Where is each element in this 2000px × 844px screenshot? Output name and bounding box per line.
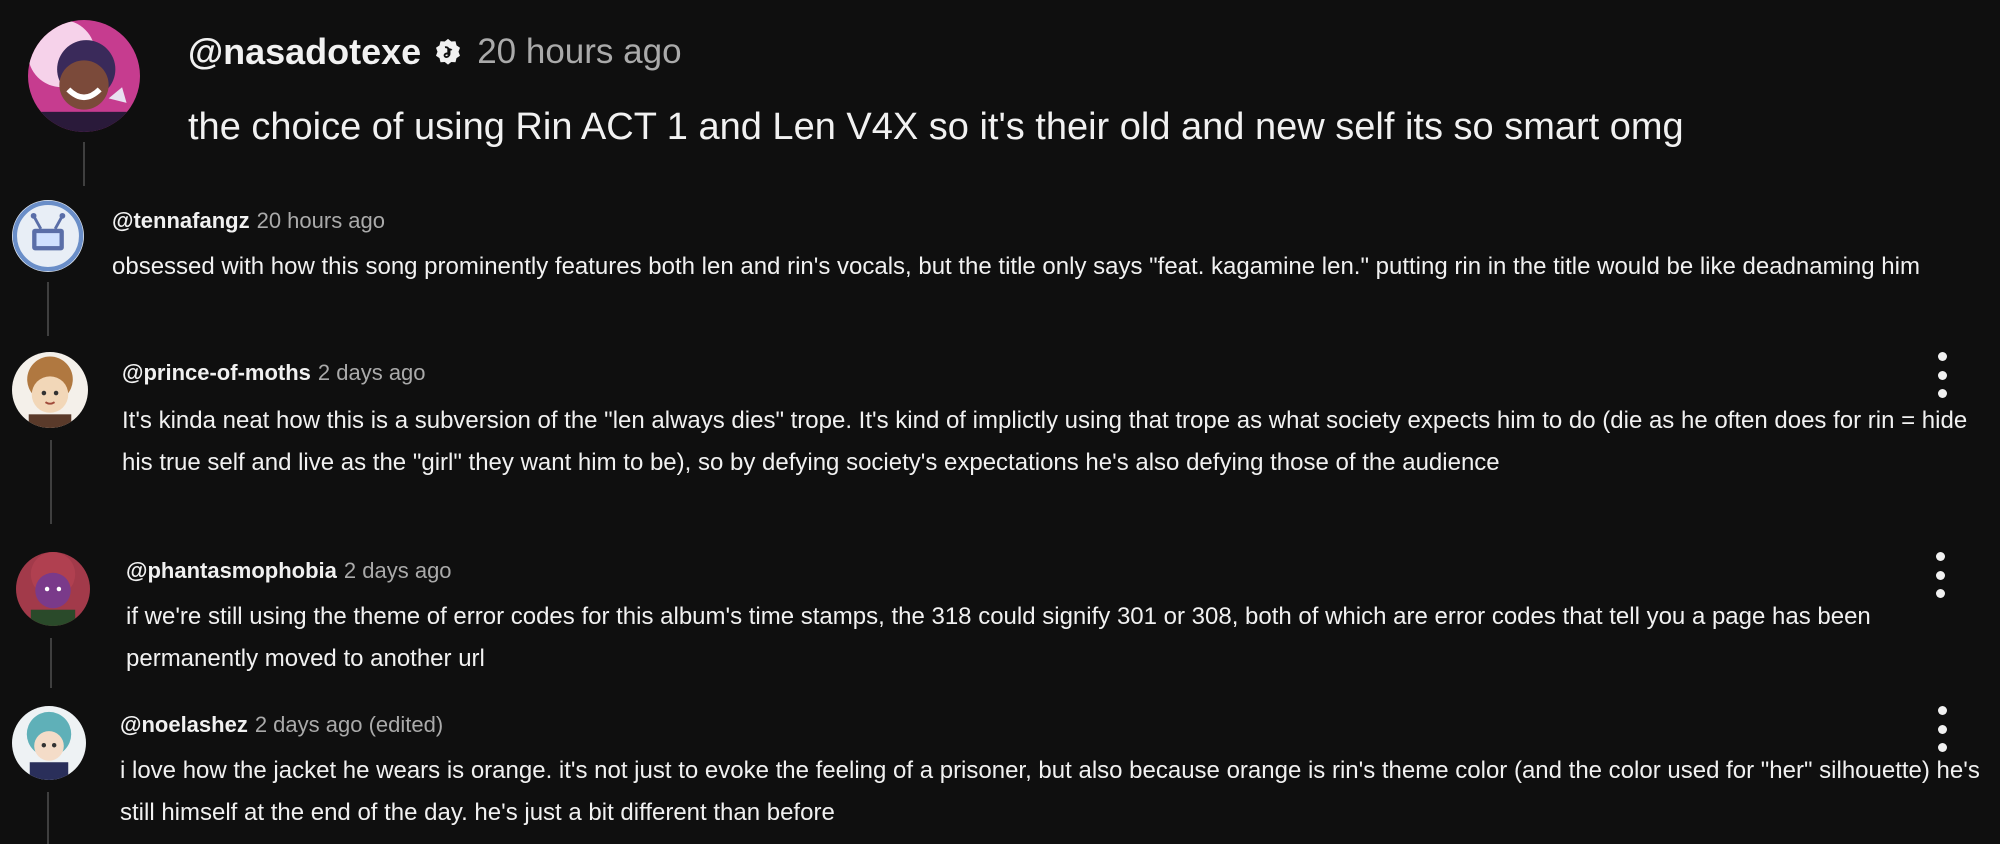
- author-name[interactable]: @nasadotexe: [188, 31, 421, 73]
- timestamp[interactable]: 20 hours ago: [477, 32, 681, 72]
- avatar[interactable]: [16, 552, 90, 626]
- comment-header: @prince-of-moths 2 days ago: [122, 358, 426, 388]
- avatar[interactable]: [12, 706, 86, 780]
- timestamp[interactable]: 2 days ago (edited): [255, 712, 443, 738]
- timestamp[interactable]: 2 days ago: [344, 558, 452, 584]
- comment-header: @noelashez 2 days ago (edited): [120, 710, 443, 740]
- comment-text: It's kinda neat how this is a subversion…: [122, 407, 1968, 476]
- thread-line: [47, 282, 49, 336]
- comment-header: @phantasmophobia 2 days ago: [126, 556, 452, 586]
- verified-badge-icon: [433, 37, 463, 67]
- comment-text: obsessed with how this song prominently …: [112, 253, 1920, 280]
- thread-line: [50, 440, 52, 524]
- avatar[interactable]: [12, 200, 84, 272]
- thread-line: [47, 792, 49, 844]
- thread-line: [83, 142, 85, 186]
- comment-header: @tennafangz 20 hours ago: [112, 206, 385, 236]
- comment-text: the choice of using Rin ACT 1 and Len V4…: [188, 106, 1684, 148]
- comment-text: if we're still using the theme of error …: [126, 603, 1871, 672]
- comment-header: @nasadotexe 20 hours ago: [188, 28, 682, 76]
- comment-text: i love how the jacket he wears is orange…: [120, 757, 1980, 826]
- timestamp[interactable]: 20 hours ago: [257, 208, 385, 234]
- author-name[interactable]: @phantasmophobia: [126, 558, 337, 584]
- avatar[interactable]: [28, 20, 140, 132]
- author-name[interactable]: @prince-of-moths: [122, 360, 311, 386]
- author-name[interactable]: @noelashez: [120, 712, 248, 738]
- more-vert-icon[interactable]: [1930, 552, 1950, 598]
- avatar[interactable]: [12, 352, 88, 428]
- more-vert-icon[interactable]: [1932, 706, 1952, 752]
- more-vert-icon[interactable]: [1932, 352, 1952, 398]
- author-name[interactable]: @tennafangz: [112, 208, 250, 234]
- timestamp[interactable]: 2 days ago: [318, 360, 426, 386]
- thread-line: [50, 638, 52, 688]
